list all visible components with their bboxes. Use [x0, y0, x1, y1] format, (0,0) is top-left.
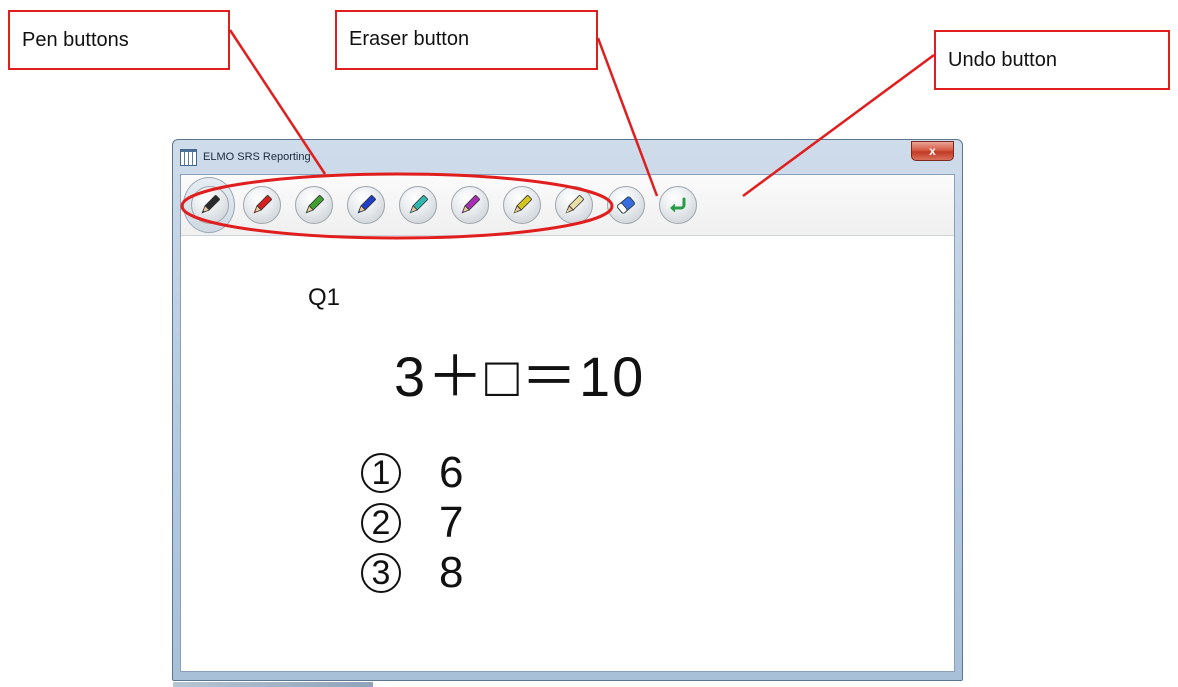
choice-item: 2 7 — [361, 498, 463, 548]
choice-item: 1 6 — [361, 448, 463, 498]
app-window: ELMO SRS Reporting x Q1 3＋□＝10 1 6 2 7 3… — [172, 139, 963, 687]
blue-pen-button[interactable] — [347, 186, 385, 224]
light-yellow-pen-button[interactable] — [555, 186, 593, 224]
green-pen-button[interactable] — [295, 186, 333, 224]
yellow-pen-button[interactable] — [503, 186, 541, 224]
drawing-canvas[interactable]: Q1 3＋□＝10 1 6 2 7 3 8 — [181, 236, 954, 671]
purple-pen-button[interactable] — [451, 186, 489, 224]
choice-number: 1 — [361, 453, 401, 493]
question-label: Q1 — [308, 284, 341, 311]
choice-number: 2 — [361, 503, 401, 543]
pencil-icon — [253, 195, 272, 214]
choice-number: 3 — [361, 553, 401, 593]
scrollbar[interactable] — [173, 682, 373, 687]
close-button[interactable]: x — [911, 141, 954, 161]
black-pen-button[interactable] — [191, 186, 229, 224]
pencil-icon — [357, 195, 376, 214]
app-grid-icon — [180, 149, 197, 166]
red-pen-button[interactable] — [243, 186, 281, 224]
client-area: Q1 3＋□＝10 1 6 2 7 3 8 — [180, 174, 955, 672]
window-title: ELMO SRS Reporting — [203, 151, 311, 163]
pencil-icon — [305, 195, 324, 214]
eraser-button-callout-label: Eraser button — [349, 28, 470, 50]
pen-buttons-callout: Pen buttons — [8, 10, 230, 70]
toolbar — [181, 175, 954, 236]
pen-buttons-callout-label: Pen buttons — [22, 28, 129, 51]
eraser-icon — [617, 196, 635, 214]
eraser-button-callout: Eraser button — [335, 10, 598, 70]
undo-arrow-icon — [670, 197, 686, 213]
eraser-button[interactable] — [607, 186, 645, 224]
undo-button-callout: Undo button — [934, 30, 1170, 90]
choice-value: 8 — [439, 548, 464, 597]
pencil-icon — [461, 195, 480, 214]
pencil-icon — [201, 195, 220, 214]
equation-text: 3＋□＝10 — [394, 345, 646, 408]
pencil-icon — [565, 195, 584, 214]
pencil-icon — [513, 195, 532, 214]
undo-button[interactable] — [659, 186, 697, 224]
choice-value: 6 — [439, 448, 464, 497]
choice-item: 3 8 — [361, 548, 463, 598]
cyan-pen-button[interactable] — [399, 186, 437, 224]
title-bar[interactable]: ELMO SRS Reporting x — [173, 140, 962, 174]
choice-value: 7 — [439, 498, 464, 547]
close-icon: x — [929, 144, 936, 158]
pencil-icon — [409, 195, 428, 214]
undo-button-callout-label: Undo button — [948, 48, 1057, 71]
